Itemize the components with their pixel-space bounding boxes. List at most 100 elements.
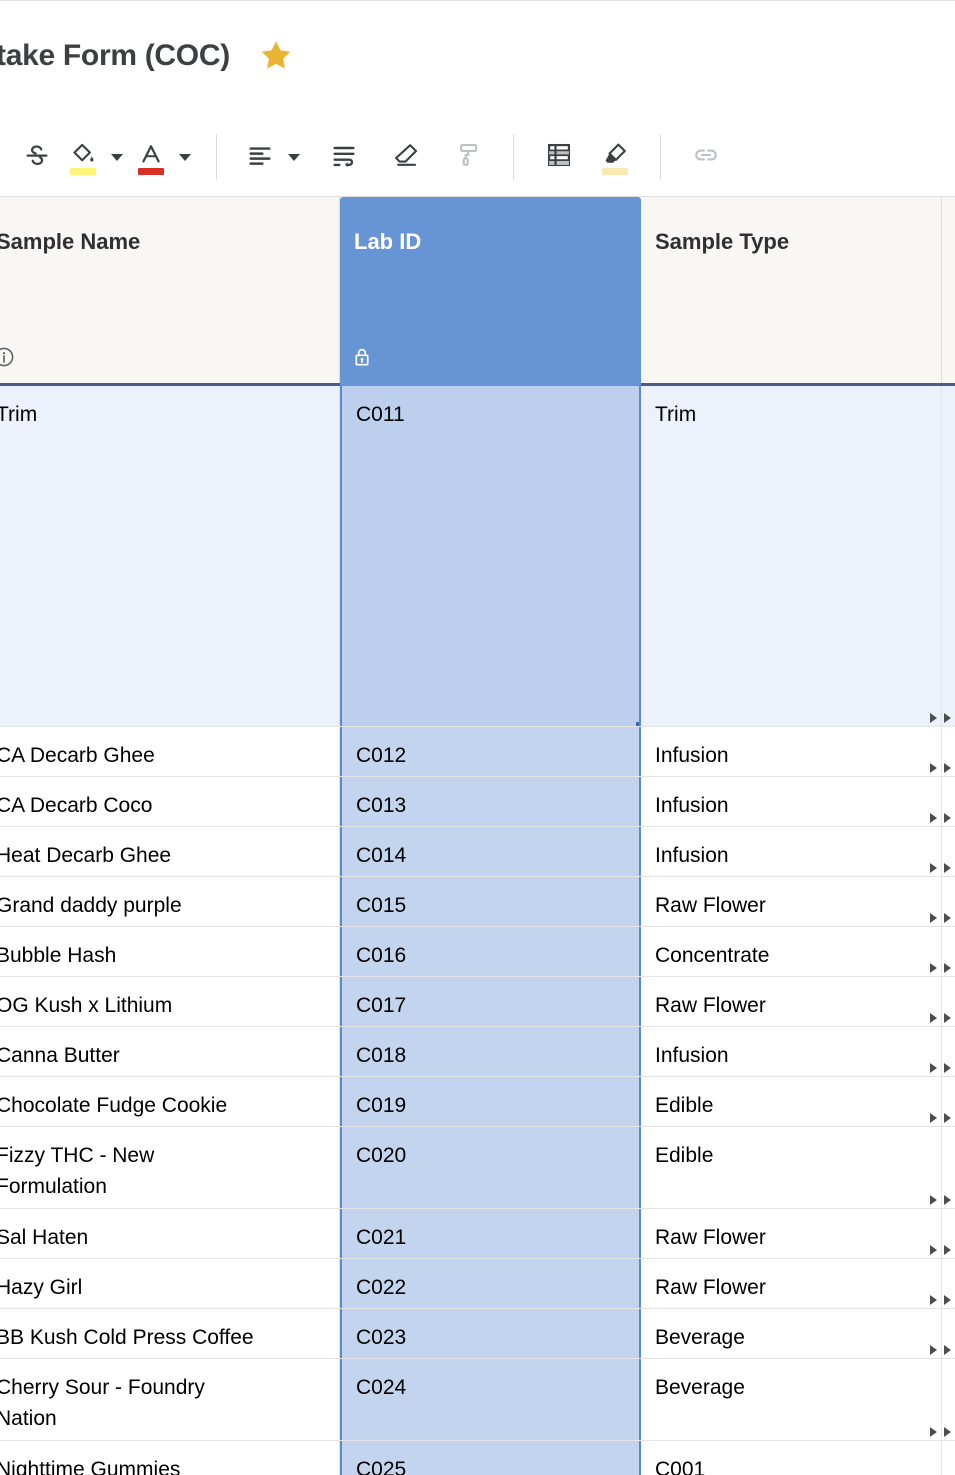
cell-lab-id[interactable]: C012 bbox=[340, 727, 641, 776]
cell-next-column[interactable] bbox=[942, 1309, 955, 1358]
cell-sample-type[interactable]: Infusion bbox=[641, 827, 942, 876]
table-row[interactable]: Chocolate Fudge Cookie C019 Edible bbox=[0, 1077, 955, 1127]
cell-next-column[interactable] bbox=[942, 727, 955, 776]
cell-sample-name[interactable]: Trim bbox=[0, 386, 340, 726]
cell-dropdown-caret-icon[interactable] bbox=[944, 1063, 951, 1073]
cell-lab-id[interactable]: C018 bbox=[340, 1027, 641, 1076]
cell-next-column[interactable] bbox=[942, 1027, 955, 1076]
cell-next-column[interactable] bbox=[942, 1259, 955, 1308]
cell-sample-name[interactable]: Bubble Hash bbox=[0, 927, 340, 976]
table-row[interactable]: Hazy Girl C022 Raw Flower bbox=[0, 1259, 955, 1309]
cell-sample-type[interactable]: Beverage bbox=[641, 1309, 942, 1358]
cell-next-column[interactable] bbox=[942, 1441, 955, 1475]
cell-dropdown-caret-icon[interactable] bbox=[930, 913, 937, 923]
cell-dropdown-caret-icon[interactable] bbox=[930, 763, 937, 773]
column-header-lab-id[interactable]: Lab ID bbox=[340, 197, 641, 385]
column-header-sample-name[interactable]: Sample Name bbox=[0, 197, 340, 385]
cell-sample-type[interactable]: Edible bbox=[641, 1127, 942, 1208]
cell-dropdown-caret-icon[interactable] bbox=[930, 1195, 937, 1205]
insert-link-button[interactable] bbox=[683, 134, 729, 180]
cell-dropdown-caret-icon[interactable] bbox=[944, 1013, 951, 1023]
text-wrapping-button[interactable] bbox=[321, 134, 367, 180]
cell-dropdown-caret-icon[interactable] bbox=[930, 863, 937, 873]
cell-dropdown-caret-icon[interactable] bbox=[930, 1427, 937, 1437]
cell-lab-id[interactable]: C023 bbox=[340, 1309, 641, 1358]
cell-next-column[interactable] bbox=[942, 1127, 955, 1208]
cell-sample-name[interactable]: CA Decarb Coco bbox=[0, 777, 340, 826]
cell-sample-name[interactable]: OG Kush x Lithium bbox=[0, 977, 340, 1026]
table-row[interactable]: Grand daddy purple C015 Raw Flower bbox=[0, 877, 955, 927]
cell-lab-id[interactable]: C019 bbox=[340, 1077, 641, 1126]
cell-dropdown-caret-icon[interactable] bbox=[944, 1245, 951, 1255]
cell-dropdown-caret-icon[interactable] bbox=[944, 863, 951, 873]
cell-sample-type[interactable]: Concentrate bbox=[641, 927, 942, 976]
cell-next-column[interactable] bbox=[942, 827, 955, 876]
cell-dropdown-caret-icon[interactable] bbox=[944, 963, 951, 973]
table-row[interactable]: Heat Decarb Ghee C014 Infusion bbox=[0, 827, 955, 877]
cell-dropdown-caret-icon[interactable] bbox=[930, 1063, 937, 1073]
highlight-color-button[interactable] bbox=[592, 134, 638, 180]
cell-next-column[interactable] bbox=[942, 1359, 955, 1440]
fill-color-dropdown[interactable] bbox=[106, 134, 128, 180]
cell-dropdown-caret-icon[interactable] bbox=[944, 713, 951, 723]
cell-dropdown-caret-icon[interactable] bbox=[930, 1345, 937, 1355]
cell-dropdown-caret-icon[interactable] bbox=[930, 813, 937, 823]
cell-sample-type[interactable]: Edible bbox=[641, 1077, 942, 1126]
table-row[interactable]: Nighttime Gummies C025 C001 bbox=[0, 1441, 955, 1475]
cell-dropdown-caret-icon[interactable] bbox=[944, 1295, 951, 1305]
cell-sample-type[interactable]: C001 bbox=[641, 1441, 942, 1475]
cell-lab-id[interactable]: C020 bbox=[340, 1127, 641, 1208]
cell-next-column[interactable] bbox=[942, 1077, 955, 1126]
cell-dropdown-caret-icon[interactable] bbox=[930, 963, 937, 973]
cell-sample-type[interactable]: Infusion bbox=[641, 727, 942, 776]
text-color-dropdown[interactable] bbox=[174, 134, 196, 180]
clear-formatting-button[interactable] bbox=[383, 134, 429, 180]
cell-lab-id[interactable]: C015 bbox=[340, 877, 641, 926]
cell-next-column[interactable] bbox=[942, 877, 955, 926]
cell-sample-name[interactable]: Cherry Sour - Foundry Nation bbox=[0, 1359, 340, 1440]
cell-sample-type[interactable]: Raw Flower bbox=[641, 977, 942, 1026]
cell-dropdown-caret-icon[interactable] bbox=[930, 1013, 937, 1023]
cell-sample-type[interactable]: Trim bbox=[641, 386, 942, 726]
cell-dropdown-caret-icon[interactable] bbox=[944, 1113, 951, 1123]
horizontal-align-button[interactable] bbox=[237, 134, 283, 180]
cell-dropdown-caret-icon[interactable] bbox=[944, 813, 951, 823]
cell-lab-id[interactable]: C014 bbox=[340, 827, 641, 876]
cell-dropdown-caret-icon[interactable] bbox=[930, 1113, 937, 1123]
table-row[interactable]: Trim C011 Trim bbox=[0, 386, 955, 727]
cell-dropdown-caret-icon[interactable] bbox=[930, 1295, 937, 1305]
star-icon[interactable] bbox=[258, 38, 294, 74]
cell-sample-name[interactable]: Sal Haten bbox=[0, 1209, 340, 1258]
cell-sample-type[interactable]: Infusion bbox=[641, 1027, 942, 1076]
cell-sample-name[interactable]: Grand daddy purple bbox=[0, 877, 340, 926]
cell-sample-name[interactable]: BB Kush Cold Press Coffee bbox=[0, 1309, 340, 1358]
table-row[interactable]: Fizzy THC - New Formulation C020 Edible bbox=[0, 1127, 955, 1209]
cell-next-column[interactable] bbox=[942, 977, 955, 1026]
cell-sample-name[interactable]: Heat Decarb Ghee bbox=[0, 827, 340, 876]
cell-dropdown-caret-icon[interactable] bbox=[930, 713, 937, 723]
cell-sample-type[interactable]: Raw Flower bbox=[641, 1259, 942, 1308]
cell-lab-id[interactable]: C016 bbox=[340, 927, 641, 976]
lock-icon[interactable] bbox=[350, 345, 374, 369]
paint-format-button[interactable] bbox=[445, 134, 491, 180]
alternating-colors-button[interactable] bbox=[536, 134, 582, 180]
info-icon[interactable] bbox=[0, 345, 16, 369]
cell-sample-type[interactable]: Raw Flower bbox=[641, 877, 942, 926]
cell-lab-id[interactable]: C017 bbox=[340, 977, 641, 1026]
cell-dropdown-caret-icon[interactable] bbox=[944, 1427, 951, 1437]
cell-next-column[interactable] bbox=[942, 386, 955, 726]
table-row[interactable]: OG Kush x Lithium C017 Raw Flower bbox=[0, 977, 955, 1027]
table-row[interactable]: Bubble Hash C016 Concentrate bbox=[0, 927, 955, 977]
cell-next-column[interactable] bbox=[942, 927, 955, 976]
cell-lab-id[interactable]: C022 bbox=[340, 1259, 641, 1308]
cell-dropdown-caret-icon[interactable] bbox=[930, 1245, 937, 1255]
table-row[interactable]: CA Decarb Coco C013 Infusion bbox=[0, 777, 955, 827]
column-header-next[interactable] bbox=[942, 197, 955, 385]
cell-sample-name[interactable]: Chocolate Fudge Cookie bbox=[0, 1077, 340, 1126]
cell-next-column[interactable] bbox=[942, 777, 955, 826]
cell-dropdown-caret-icon[interactable] bbox=[944, 1345, 951, 1355]
cell-dropdown-caret-icon[interactable] bbox=[944, 1195, 951, 1205]
document-title[interactable]: ntake Form (COC) bbox=[0, 39, 230, 73]
cell-dropdown-caret-icon[interactable] bbox=[944, 913, 951, 923]
cell-sample-name[interactable]: Hazy Girl bbox=[0, 1259, 340, 1308]
